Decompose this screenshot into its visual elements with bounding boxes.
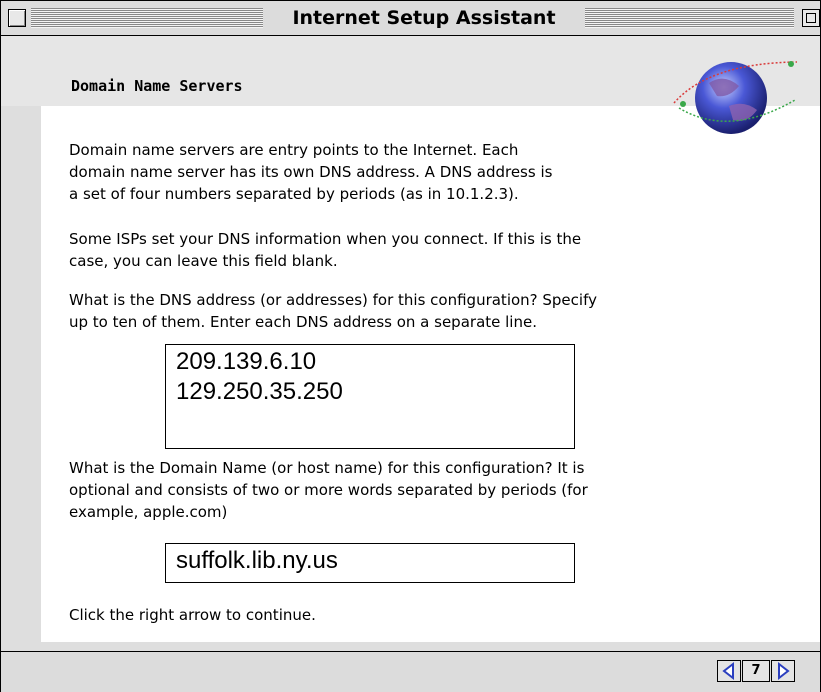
next-button[interactable] — [771, 660, 795, 682]
isp-text: Some ISPs set your DNS information when … — [69, 228, 581, 272]
isp-line: case, you can leave this field blank. — [69, 252, 338, 270]
left-arrow-icon — [722, 661, 734, 681]
dns-question: What is the DNS address (or addresses) f… — [69, 289, 597, 333]
domain-question-line: What is the Domain Name (or host name) f… — [69, 459, 585, 477]
collapse-box[interactable] — [802, 9, 820, 27]
dns-address-field[interactable]: 209.139.6.10 129.250.35.250 — [165, 344, 575, 449]
close-box[interactable] — [8, 9, 26, 27]
globe-icon — [673, 61, 798, 134]
setup-assistant-window: Internet Setup Assistant Domain Name Ser… — [0, 0, 821, 692]
intro-line: a set of four numbers separated by perio… — [69, 185, 519, 203]
section-title: Domain Name Servers — [71, 77, 243, 95]
domain-question: What is the Domain Name (or host name) f… — [69, 457, 588, 523]
dns-question-line: What is the DNS address (or addresses) f… — [69, 291, 597, 309]
footer-bar — [1, 651, 820, 692]
title-bar[interactable]: Internet Setup Assistant — [1, 1, 820, 36]
intro-text: Domain name servers are entry points to … — [69, 139, 552, 205]
intro-line: domain name server has its own DNS addre… — [69, 163, 553, 181]
intro-line: Domain name servers are entry points to … — [69, 141, 519, 159]
domain-name-field[interactable]: suffolk.lib.ny.us — [165, 543, 575, 583]
isp-line: Some ISPs set your DNS information when … — [69, 230, 582, 248]
page-number: 7 — [742, 660, 770, 682]
previous-button[interactable] — [717, 660, 741, 682]
right-arrow-icon — [778, 661, 790, 681]
window-title: Internet Setup Assistant — [263, 5, 585, 31]
continue-text: Click the right arrow to continue. — [69, 606, 316, 624]
domain-question-line: example, apple.com) — [69, 503, 228, 521]
domain-question-line: optional and consists of two or more wor… — [69, 481, 588, 499]
dns-question-line: up to ten of them. Enter each DNS addres… — [69, 313, 537, 331]
